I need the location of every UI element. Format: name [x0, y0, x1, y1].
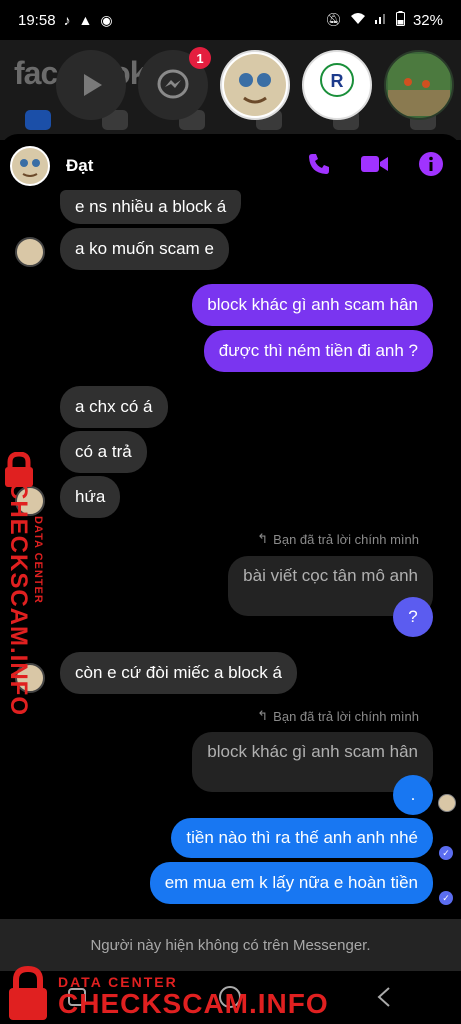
header-actions: [307, 152, 443, 176]
home-tab-icon[interactable]: [25, 110, 52, 130]
messenger-icon: [157, 69, 189, 99]
reply-indicator-text: Bạn đã trả lời chính mình: [273, 708, 419, 724]
tiktok-icon: ♪: [63, 12, 71, 28]
svg-text:R: R: [331, 71, 344, 91]
watermark-brand-vertical: CHECKSCAM.INFO: [5, 482, 32, 716]
chathead-video[interactable]: [56, 50, 126, 120]
chat-header: Đạt: [0, 134, 461, 198]
message-incoming[interactable]: còn e cứ đòi miếc a block á: [60, 652, 297, 694]
message-incoming[interactable]: a ko muốn scam e: [60, 228, 229, 270]
warning-icon: ▲: [78, 12, 93, 28]
contact-name[interactable]: Đạt: [66, 156, 93, 176]
message-outgoing[interactable]: ?: [393, 597, 433, 637]
reply-arrow-icon: ↰: [257, 708, 269, 723]
info-icon[interactable]: [419, 152, 443, 176]
battery-icon: [395, 10, 405, 30]
chathead-pro-eternal[interactable]: R: [302, 50, 372, 120]
chat-heads: 1 R: [56, 47, 454, 120]
contact-avatar[interactable]: [10, 146, 50, 186]
delivered-check-icon: ✓: [439, 846, 453, 860]
notification-badge: 1: [189, 47, 211, 69]
contact-avatar-small: [15, 237, 45, 267]
seen-avatar: [438, 794, 456, 812]
mute-icon: 🔕︎: [325, 12, 342, 27]
watermark-lock-icon: [9, 966, 47, 1020]
message-outgoing[interactable]: block khác gì anh scam hân: [192, 284, 433, 326]
back-icon[interactable]: [372, 985, 396, 1009]
play-icon: [84, 74, 102, 96]
message-incoming[interactable]: hứa: [60, 476, 121, 518]
messenger-status-icon: ◉: [100, 11, 113, 28]
signal-icon: [374, 11, 388, 29]
message-outgoing[interactable]: em mua em k lấy nữa e hoàn tiền: [149, 862, 433, 904]
reply-indicator: ↰ Bạn đã trả lời chính mình: [257, 708, 419, 724]
cat-avatar-icon: [12, 148, 48, 184]
group-photo-icon: [388, 54, 450, 116]
message-outgoing[interactable]: được thì ném tiền đi anh ?: [203, 330, 433, 372]
status-time: 19:58: [18, 11, 56, 29]
wifi-icon: [350, 11, 366, 29]
message-incoming[interactable]: e ns nhiều a block á: [60, 190, 242, 224]
message-outgoing[interactable]: .: [393, 775, 433, 815]
reply-indicator-text: Bạn đã trả lời chính mình: [273, 531, 419, 547]
chathead-contact-avatar[interactable]: [220, 50, 290, 120]
pro-eternal-logo: R: [306, 54, 368, 116]
unavailable-notice: Người này hiện không có trên Messenger.: [0, 919, 461, 971]
watermark-sub-vertical: DATA CENTER: [32, 516, 44, 604]
phone-call-icon[interactable]: [307, 152, 331, 176]
battery-level: 32%: [412, 11, 443, 29]
watermark-brand: CHECKSCAM.INFO: [58, 988, 329, 1019]
reply-indicator: ↰ Bạn đã trả lời chính mình: [257, 531, 419, 547]
reply-arrow-icon: ↰: [257, 531, 269, 546]
message-outgoing[interactable]: tiền nào thì ra thế anh anh nhé: [171, 818, 433, 858]
chathead-photo[interactable]: [384, 50, 454, 120]
message-incoming[interactable]: a chx có á: [60, 386, 168, 428]
cat-avatar-icon: [224, 54, 286, 116]
message-incoming[interactable]: có a trả: [60, 431, 147, 473]
chathead-messenger[interactable]: 1: [138, 47, 211, 120]
status-bar: 19:58 ♪ ▲ ◉ 🔕︎ 32%: [0, 0, 461, 40]
video-call-icon[interactable]: [361, 154, 389, 174]
delivered-check-icon: ✓: [439, 891, 453, 905]
